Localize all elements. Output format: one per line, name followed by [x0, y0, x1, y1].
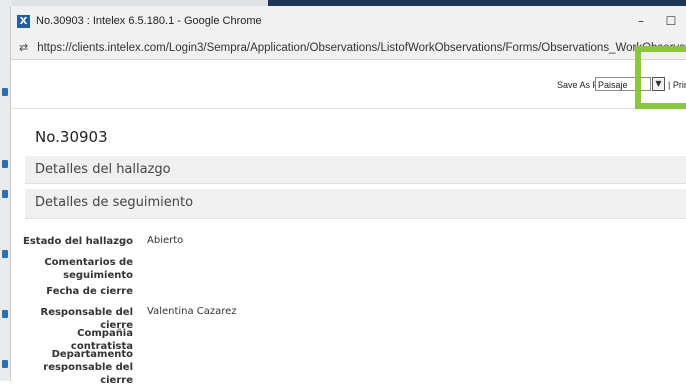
maximize-icon[interactable]: ☐	[656, 14, 686, 28]
background-marker	[2, 250, 8, 258]
intelex-app-icon: X	[17, 14, 30, 28]
comentarios-label: Comentarios de seguimiento	[44, 257, 133, 281]
responsable-value: Valentina Cazarez	[147, 306, 237, 317]
estado-label: Estado del hallazgo	[23, 236, 133, 247]
section-title: Detalles del hallazgo	[35, 162, 171, 177]
background-marker	[2, 88, 8, 96]
background-marker	[2, 310, 8, 318]
highlight-annotation	[635, 46, 686, 109]
site-settings-icon[interactable]: ⇄	[19, 41, 28, 54]
form-toolbar: Save As PDF Paisaje ▼ | Print	[11, 66, 686, 109]
background-marker	[2, 190, 8, 198]
address-bar: ⇄ https://clients.intelex.com/Login3/Sem…	[11, 36, 686, 60]
minimize-icon[interactable]: –	[626, 14, 656, 28]
fecha-cierre-label: Fecha de cierre	[46, 286, 133, 297]
section-detalles-hallazgo[interactable]: Detalles del hallazgo	[25, 156, 686, 184]
background-marker	[2, 360, 8, 368]
title-bar: X No.30903 : Intelex 6.5.180.1 - Google …	[11, 6, 686, 36]
section-title: Detalles de seguimiento	[35, 195, 194, 210]
window-title: No.30903 : Intelex 6.5.180.1 - Google Ch…	[36, 15, 262, 27]
browser-window: X No.30903 : Intelex 6.5.180.1 - Google …	[10, 6, 686, 386]
section-detalles-seguimiento[interactable]: Detalles de seguimiento	[25, 189, 686, 219]
background-marker	[2, 160, 8, 168]
page-title: No.30903	[35, 128, 108, 146]
departamento-label: Departamento responsable del cierre	[43, 349, 133, 386]
url-field[interactable]: https://clients.intelex.com/Login3/Sempr…	[37, 42, 686, 54]
estado-value: Abierto	[147, 235, 184, 246]
